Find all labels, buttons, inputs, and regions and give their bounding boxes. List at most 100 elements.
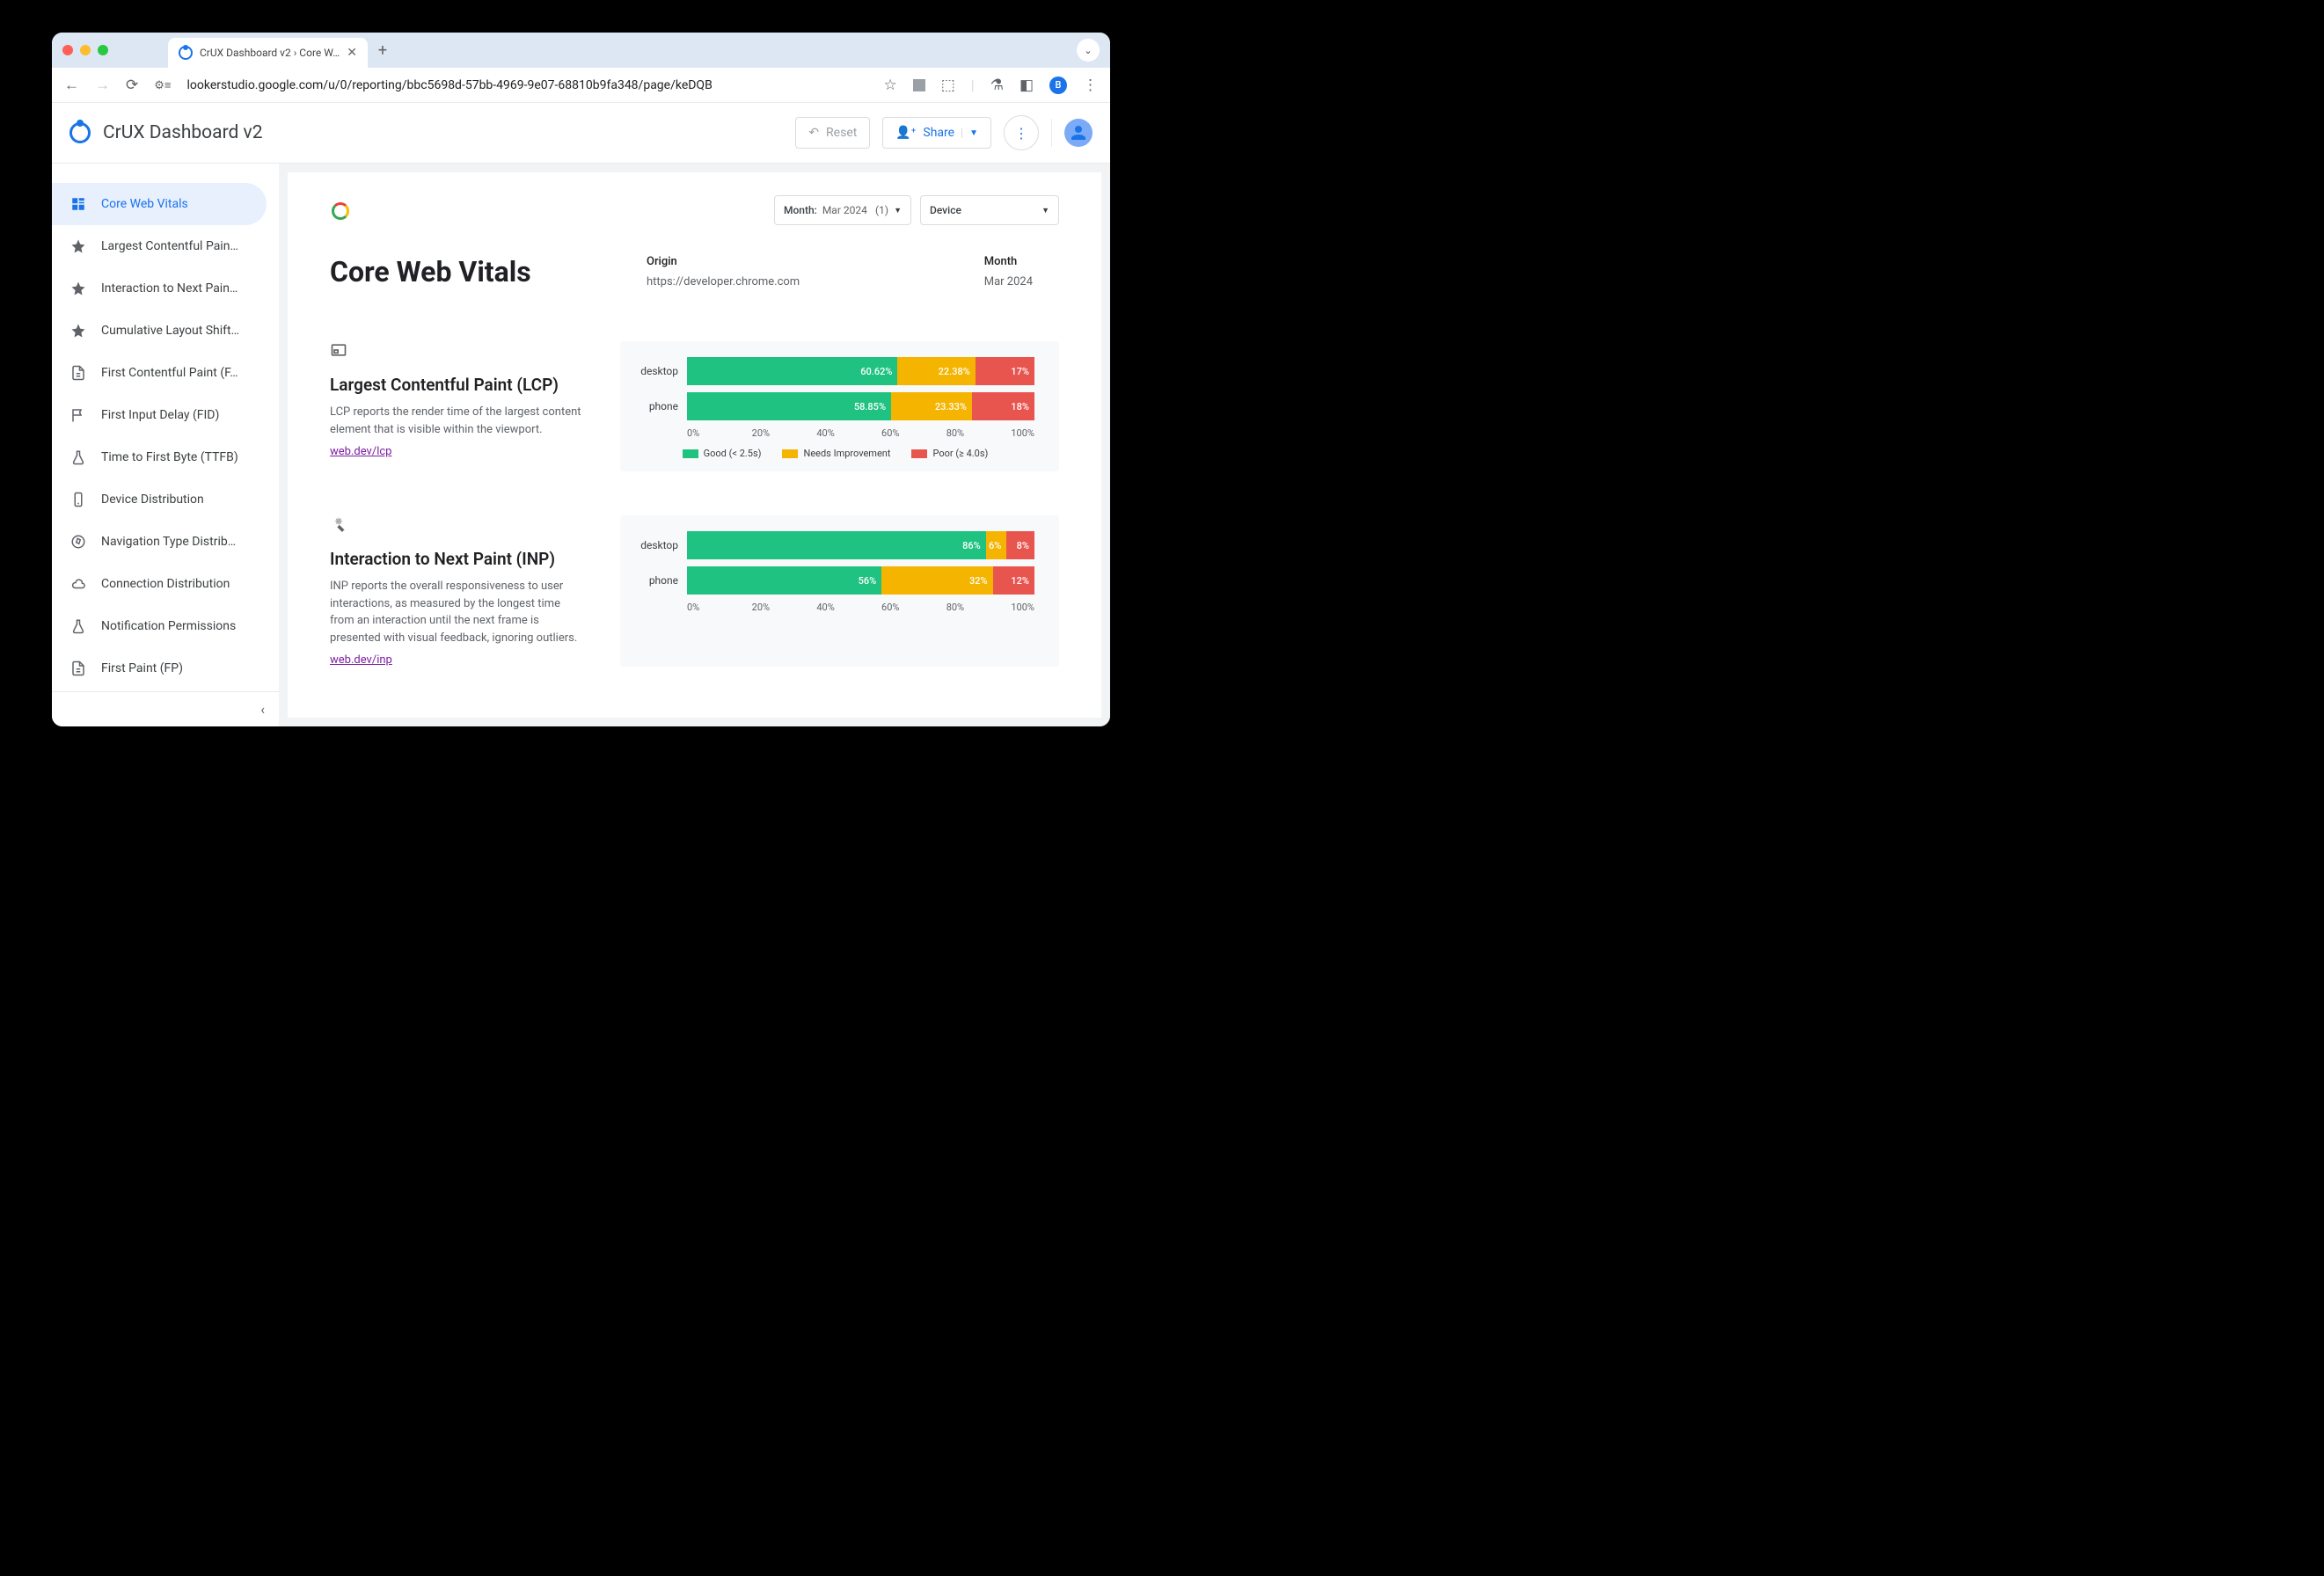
phone-icon: [69, 492, 87, 507]
sidebar-item-first-input-delay-fid[interactable]: First Input Delay (FID): [52, 394, 267, 436]
device-filter[interactable]: Device ▼: [920, 195, 1059, 225]
metric-chart: desktop86%6%8% phone56%32%12% 0%20%40%60%8…: [620, 515, 1059, 667]
new-tab-button[interactable]: +: [378, 41, 387, 60]
more-options-button[interactable]: ⋮: [1004, 115, 1039, 150]
favicon-icon: [179, 46, 193, 60]
reload-icon[interactable]: ⟳: [126, 77, 138, 94]
metric-section: Interaction to Next Paint (INP) INP repor…: [330, 515, 1059, 667]
bar-row: desktop86%6%8%: [636, 531, 1034, 559]
metric-description: LCP reports the render time of the large…: [330, 404, 585, 438]
app-title: CrUX Dashboard v2: [103, 122, 263, 143]
sidebar-item-label: Time to First Byte (TTFB): [101, 450, 238, 464]
x-axis: 0%20%40%60%80%100%: [636, 602, 1034, 613]
sidebar-item-label: Cumulative Layout Shift…: [101, 324, 239, 338]
sidebar-item-navigation-type-distrib[interactable]: Navigation Type Distrib…: [52, 521, 267, 563]
toolbar-icons: ☆ ⬚ | ⚗ ◧ B ⋮: [883, 77, 1098, 94]
browser-menu-icon[interactable]: ⋮: [1083, 77, 1098, 94]
sidebar-item-first-paint-fp[interactable]: First Paint (FP): [52, 647, 267, 690]
metric-link[interactable]: web.dev/lcp: [330, 445, 391, 458]
site-settings-icon[interactable]: ⚙≡: [154, 78, 171, 92]
reset-button[interactable]: ↶ Reset: [795, 117, 870, 149]
collapse-sidebar-button[interactable]: ‹: [52, 691, 279, 726]
bookmark-icon[interactable]: ☆: [883, 77, 896, 94]
metric-section: Largest Contentful Paint (LCP) LCP report…: [330, 341, 1059, 471]
maximize-window-icon[interactable]: [98, 45, 108, 55]
bar-segment: 32%: [881, 566, 992, 595]
bar-track: 86%6%8%: [687, 531, 1034, 559]
chevron-down-icon: ▼: [1041, 206, 1049, 215]
bar-row: phone56%32%12%: [636, 566, 1034, 595]
sidebar-item-label: Connection Distribution: [101, 577, 230, 591]
bar-track: 58.85%23.33%18%: [687, 392, 1034, 420]
bar-track: 56%32%12%: [687, 566, 1034, 595]
lookerstudio-logo-icon: [69, 122, 91, 143]
sidebar-item-notification-permissions[interactable]: Notification Permissions: [52, 605, 267, 647]
sidebar-item-time-to-first-byte-ttfb[interactable]: Time to First Byte (TTFB): [52, 436, 267, 478]
metric-title: Largest Contentful Paint (LCP): [330, 375, 585, 395]
cwv-logo-icon: [330, 201, 349, 220]
report-canvas: Month: Mar 2024 (1) ▼ Device ▼ Core Web …: [279, 164, 1110, 726]
undo-icon: ↶: [808, 126, 819, 140]
extensions-menu-icon[interactable]: ⬚: [941, 77, 955, 94]
back-icon[interactable]: ←: [64, 77, 79, 94]
metric-title: Interaction to Next Paint (INP): [330, 549, 585, 569]
sidebar-item-core-web-vitals[interactable]: Core Web Vitals: [52, 183, 267, 225]
bar-segment: 12%: [993, 566, 1034, 595]
metric-icon: [330, 515, 347, 533]
sidebar-item-connection-distribution[interactable]: Connection Distribution: [52, 563, 267, 605]
cloud-icon: [69, 576, 87, 592]
sidebar-item-label: First Input Delay (FID): [101, 408, 219, 422]
bar-segment: 8%: [1006, 531, 1034, 559]
labs-icon[interactable]: ⚗: [990, 77, 1004, 94]
bar-segment: 60.62%: [687, 357, 897, 385]
share-button[interactable]: 👤⁺ Share ▼: [882, 117, 991, 149]
sidebar-item-label: Navigation Type Distrib…: [101, 535, 236, 549]
user-avatar[interactable]: [1064, 119, 1093, 147]
bar-category: desktop: [636, 539, 687, 551]
app-header: CrUX Dashboard v2 ↶ Reset 👤⁺ Share ▼ ⋮: [52, 103, 1110, 164]
bar-segment: 17%: [976, 357, 1034, 385]
close-window-icon[interactable]: [62, 45, 73, 55]
sidebar-item-device-distribution[interactable]: Device Distribution: [52, 478, 267, 521]
doc-icon: [69, 660, 87, 676]
sidebar-item-label: First Contentful Paint (F…: [101, 366, 238, 380]
metric-icon: [330, 341, 347, 359]
flag-icon: [69, 407, 87, 423]
add-person-icon: 👤⁺: [895, 126, 916, 140]
bar-segment: 58.85%: [687, 392, 891, 420]
close-tab-icon[interactable]: ✕: [347, 46, 357, 60]
sidebar-item-first-contentful-paint-f[interactable]: First Contentful Paint (F…: [52, 352, 267, 394]
metric-description: INP reports the overall responsiveness t…: [330, 578, 585, 646]
sidebar-item-interaction-to-next-pain[interactable]: Interaction to Next Pain…: [52, 267, 267, 310]
bar-category: phone: [636, 574, 687, 587]
url-text[interactable]: lookerstudio.google.com/u/0/reporting/bb…: [187, 78, 868, 92]
minimize-window-icon[interactable]: [80, 45, 91, 55]
doc-icon: [69, 365, 87, 381]
bar-track: 60.62%22.38%17%: [687, 357, 1034, 385]
sidebar-item-label: First Paint (FP): [101, 661, 183, 675]
tab-overflow-button[interactable]: ⌄: [1077, 39, 1100, 62]
chart-legend: Good (< 2.5s)Needs ImprovementPoor (≥ 4.…: [636, 448, 1034, 459]
bar-segment: 18%: [972, 392, 1034, 420]
month-meta: Month Mar 2024: [984, 255, 1059, 288]
bar-category: desktop: [636, 365, 687, 377]
browser-window: CrUX Dashboard v2 › Core W… ✕ + ⌄ ← → ⟳ …: [52, 33, 1110, 726]
bar-category: phone: [636, 400, 687, 412]
sidepanel-icon[interactable]: ◧: [1019, 77, 1034, 94]
flask-icon: [69, 618, 87, 634]
profile-avatar[interactable]: B: [1049, 77, 1067, 94]
sidebar-item-cumulative-layout-shift[interactable]: Cumulative Layout Shift…: [52, 310, 267, 352]
bar-segment: 22.38%: [897, 357, 975, 385]
month-filter[interactable]: Month: Mar 2024 (1) ▼: [774, 195, 911, 225]
report: Month: Mar 2024 (1) ▼ Device ▼ Core Web …: [288, 172, 1101, 718]
sidebar-item-label: Core Web Vitals: [101, 197, 188, 211]
sidebar-item-label: Notification Permissions: [101, 619, 236, 633]
forward-icon: →: [95, 77, 110, 94]
extension-icon[interactable]: [913, 79, 925, 91]
sidebar-item-largest-contentful-pain[interactable]: Largest Contentful Pain…: [52, 225, 267, 267]
chevron-down-icon: ▼: [961, 128, 978, 138]
dashboard-icon: [69, 196, 87, 212]
browser-tab[interactable]: CrUX Dashboard v2 › Core W… ✕: [168, 38, 368, 68]
sidebar-item-label: Interaction to Next Pain…: [101, 281, 238, 296]
metric-link[interactable]: web.dev/inp: [330, 653, 392, 667]
